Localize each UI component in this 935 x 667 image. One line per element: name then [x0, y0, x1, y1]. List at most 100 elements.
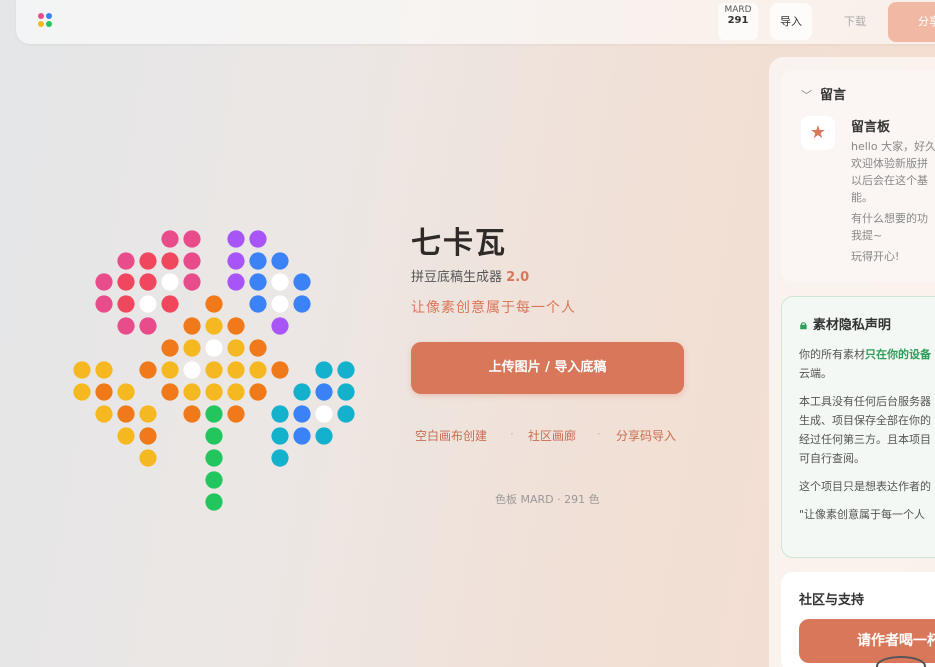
blank-canvas-link[interactable]: 空白画布创建	[415, 427, 487, 444]
bead-orange	[183, 405, 201, 423]
bead-yellow	[161, 361, 179, 379]
bead-cyan	[337, 405, 355, 423]
bead-white	[205, 339, 223, 357]
bead-art-svg	[73, 230, 355, 511]
privacy-text: 云端。	[799, 367, 832, 380]
bead-orange	[227, 405, 245, 423]
bead-cyan	[315, 361, 333, 379]
message-line: 玩得开心!	[851, 250, 900, 263]
subtitle-text: 拼豆底稿生成器	[411, 270, 503, 285]
bead-cyan	[271, 449, 289, 467]
download-button[interactable]: 下载	[834, 3, 876, 40]
share-code-import-link[interactable]: 分享码导入	[616, 427, 676, 444]
bead-yellow	[227, 361, 245, 379]
bead-pink	[95, 273, 113, 291]
privacy-text: 可自行查阅。	[799, 452, 865, 465]
bead-orange	[139, 427, 157, 445]
message-header[interactable]: ﹀ 留言	[801, 84, 846, 103]
bead-red	[139, 273, 157, 291]
bead-green	[205, 405, 223, 423]
version-label: 2.0	[506, 270, 530, 285]
bead-pink	[95, 295, 113, 313]
bead-white	[183, 361, 201, 379]
bead-green	[205, 449, 223, 467]
app-subtitle: 拼豆底稿生成器 2.0	[411, 266, 529, 285]
bead-pink	[183, 252, 201, 270]
bead-orange	[161, 339, 179, 357]
privacy-header: 🔒︎ 素材隐私声明	[800, 314, 891, 333]
message-line: 能。	[851, 191, 873, 204]
bead-yellow	[117, 427, 135, 445]
link-separator: ·	[597, 427, 601, 441]
bead-purple	[227, 273, 245, 291]
palette-indicator[interactable]: MARD 291	[718, 3, 758, 40]
share-button[interactable]: 分享	[888, 2, 935, 42]
bead-blue	[293, 273, 311, 291]
app-logo-icon[interactable]	[38, 13, 56, 31]
bead-white	[161, 273, 179, 291]
bead-orange	[205, 295, 223, 313]
bead-orange	[271, 361, 289, 379]
bead-cyan	[293, 383, 311, 401]
palette-count: 291	[727, 15, 749, 26]
privacy-body: 你的所有素材只在你的设备 云端。 本工具没有任何后台服务器 生成、项目保存全部在…	[799, 345, 935, 524]
bead-orange	[161, 383, 179, 401]
privacy-text: 你的所有素材	[799, 348, 865, 361]
gallery-link[interactable]: 社区画廊	[528, 427, 576, 444]
bead-yellow	[139, 405, 157, 423]
bead-yellow	[183, 339, 201, 357]
message-line: 我提~	[851, 229, 883, 242]
message-line: 以后会在这个基	[851, 174, 928, 187]
bead-pink	[183, 273, 201, 291]
message-board-title: 留言板	[851, 120, 891, 135]
bead-pink	[117, 317, 135, 335]
bead-pink	[117, 252, 135, 270]
bead-purple	[227, 230, 245, 248]
bead-orange	[227, 317, 245, 335]
bead-yellow	[205, 317, 223, 335]
link-separator: ·	[510, 427, 514, 441]
bead-flower-illustration	[70, 228, 370, 518]
bead-red	[117, 273, 135, 291]
palette-info: 色板 MARD · 291 色	[495, 493, 600, 506]
import-button[interactable]: 导入	[770, 3, 812, 40]
bead-purple	[271, 317, 289, 335]
bead-yellow	[205, 361, 223, 379]
bead-pink	[139, 317, 157, 335]
palette-name: MARD	[724, 5, 752, 15]
app-title: 七卡瓦	[411, 226, 507, 261]
bead-red	[161, 295, 179, 313]
message-header-label: 留言	[820, 88, 847, 103]
bead-yellow	[205, 383, 223, 401]
lock-icon: 🔒︎	[800, 318, 807, 333]
bead-green	[205, 471, 223, 489]
buy-coffee-button[interactable]: 请作者喝一杯	[799, 619, 935, 663]
bead-yellow	[139, 449, 157, 467]
bead-white	[315, 405, 333, 423]
bead-white	[271, 295, 289, 313]
bead-blue	[249, 252, 267, 270]
chevron-down-icon[interactable]: ﹀	[801, 89, 812, 102]
privacy-text: 生成、项目保存全部在你的	[799, 414, 931, 427]
bead-orange	[117, 405, 135, 423]
bead-red	[117, 295, 135, 313]
bead-white	[271, 273, 289, 291]
message-line: hello 大家，好久	[851, 140, 935, 153]
star-icon: ★	[801, 116, 835, 150]
privacy-text: "让像素创意属于每一个人	[799, 508, 926, 521]
bead-yellow	[249, 361, 267, 379]
bead-pink	[183, 230, 201, 248]
bead-yellow	[73, 361, 91, 379]
bead-cyan	[271, 427, 289, 445]
bead-blue	[271, 252, 289, 270]
bead-yellow	[73, 383, 91, 401]
privacy-text: 这个项目只是想表达作者的	[799, 480, 931, 493]
bead-red	[161, 252, 179, 270]
bead-green	[205, 427, 223, 445]
upload-button[interactable]: 上传图片 / 导入底稿	[411, 342, 684, 394]
privacy-text: 经过任何第三方。且本项目	[799, 433, 931, 446]
message-line: 有什么想要的功	[851, 212, 928, 225]
community-title: 社区与支持	[799, 593, 865, 608]
bead-pink	[161, 230, 179, 248]
bead-yellow	[227, 383, 245, 401]
